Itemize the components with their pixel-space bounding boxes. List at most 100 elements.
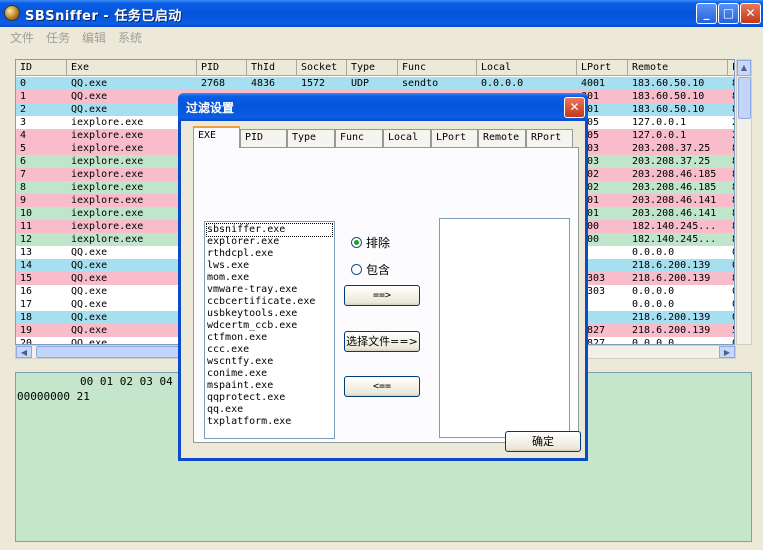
tab-lport[interactable]: LPort [431, 129, 478, 147]
minimize-button[interactable]: _ [696, 3, 717, 24]
cell-id: 18 [20, 312, 33, 323]
scroll-up-icon[interactable]: ▲ [737, 60, 751, 76]
tab-exe[interactable]: EXE [193, 126, 240, 148]
tab-type[interactable]: Type [287, 129, 335, 147]
cell-id: 2 [20, 104, 27, 115]
list-item[interactable]: mspaint.exe [207, 380, 332, 392]
cell-id: 20 [20, 338, 33, 345]
vertical-scroll-thumb[interactable] [738, 77, 751, 119]
tab-pid[interactable]: PID [240, 129, 287, 147]
menu-edit[interactable]: 编辑 [82, 29, 106, 46]
menu-system[interactable]: 系统 [118, 29, 142, 46]
dialog-body: EXE PID Type Func Local LPort Remote RPo… [181, 121, 585, 458]
cell-last: 8 [728, 194, 734, 207]
list-item[interactable]: vmware-tray.exe [207, 284, 332, 296]
vertical-scrollbar[interactable]: ▲ [736, 59, 752, 345]
list-item[interactable]: wscntfy.exe [207, 356, 332, 368]
list-item[interactable]: explorer.exe [207, 236, 332, 248]
list-item[interactable]: qqprotect.exe [207, 392, 332, 404]
cell-last: 8 [728, 272, 734, 285]
column-header-func[interactable]: Func [398, 60, 477, 76]
maximize-button[interactable]: □ [718, 3, 739, 24]
list-item[interactable]: ctfmon.exe [207, 332, 332, 344]
list-item[interactable]: ccc.exe [207, 344, 332, 356]
close-button[interactable]: ✕ [740, 3, 761, 24]
column-header-exe[interactable]: Exe [67, 60, 197, 76]
window-title-bar[interactable]: SBSniffer - 任务已启动 _ □ ✕ [0, 0, 763, 27]
add-button[interactable]: ==> [344, 285, 420, 306]
cell-id: 4 [20, 130, 27, 141]
cell-remote: 203.208.46.141 [632, 195, 717, 206]
select-file-button[interactable]: 选择文件==> [344, 331, 420, 352]
cell-last: 0 [728, 337, 734, 344]
cell-last: 8 [728, 207, 734, 220]
list-item[interactable]: wdcertm_ccb.exe [207, 320, 332, 332]
remove-button[interactable]: <== [344, 376, 420, 397]
ok-button[interactable]: 确定 [505, 431, 581, 452]
cell-exe: QQ.exe [71, 78, 108, 89]
cell-id: 14 [20, 260, 33, 271]
cell-id: 13 [20, 247, 33, 258]
radio-unchecked-icon[interactable] [351, 264, 362, 275]
dialog-title-bar[interactable]: 过滤设置 ✕ [178, 93, 588, 121]
cell-remote: 183.60.50.10 [632, 78, 705, 89]
list-item[interactable]: qq.exe [207, 404, 332, 416]
tab-remote[interactable]: Remote [478, 129, 526, 147]
cell-remote: 0.0.0.0 [632, 286, 675, 297]
cell-local: 0.0.0.0 [481, 78, 524, 89]
cell-id: 1 [20, 91, 27, 102]
cell-last: 0 [728, 259, 734, 272]
menu-file[interactable]: 文件 [10, 29, 34, 46]
column-header-lport[interactable]: LPort [577, 60, 628, 76]
cell-last: 0 [728, 311, 734, 324]
cell-id: 17 [20, 299, 33, 310]
column-header-pid[interactable]: PID [197, 60, 247, 76]
radio-exclude-label: 排除 [366, 236, 391, 250]
cell-last: 0 [728, 285, 734, 298]
scroll-left-icon[interactable]: ◀ [16, 346, 32, 358]
radio-include-label: 包含 [366, 263, 391, 277]
cell-last: 8 [728, 90, 734, 103]
column-header-id[interactable]: ID [16, 60, 67, 76]
scroll-right-icon[interactable]: ▶ [719, 346, 735, 358]
radio-include[interactable]: 包含 [351, 261, 390, 278]
cell-id: 10 [20, 208, 33, 219]
cell-last: 8 [728, 168, 734, 181]
list-item[interactable]: rthdcpl.exe [207, 248, 332, 260]
menu-task[interactable]: 任务 [46, 29, 70, 46]
radio-checked-icon[interactable] [351, 237, 362, 248]
column-header-local[interactable]: Local [477, 60, 577, 76]
cell-last: 8 [728, 77, 734, 90]
tab-func[interactable]: Func [335, 129, 383, 147]
column-header-last[interactable]: L [728, 60, 734, 76]
cell-remote: 127.0.0.1 [632, 117, 687, 128]
app-icon [4, 5, 20, 21]
column-header-type[interactable]: Type [347, 60, 398, 76]
radio-exclude[interactable]: 排除 [351, 234, 390, 251]
list-item[interactable]: sbsniffer.exe [206, 223, 333, 237]
list-item[interactable]: txplatform.exe [207, 416, 332, 428]
cell-id: 19 [20, 325, 33, 336]
cell-id: 5 [20, 143, 27, 154]
tab-local[interactable]: Local [383, 129, 431, 147]
column-header-remote[interactable]: Remote [628, 60, 728, 76]
tab-rport[interactable]: RPort [526, 129, 573, 147]
list-item[interactable]: mom.exe [207, 272, 332, 284]
list-item[interactable]: ccbcertificate.exe [207, 296, 332, 308]
table-row[interactable]: 0 QQ.exe 2768 4836 1572 UDP sendto 0.0.0.0 4001 1… [16, 77, 734, 90]
cell-remote: 203.208.37.25 [632, 156, 711, 167]
horizontal-scroll-thumb[interactable] [36, 346, 196, 358]
selected-list[interactable] [439, 218, 570, 438]
cell-remote: 218.6.200.139 [632, 260, 711, 271]
dialog-close-button[interactable]: ✕ [564, 97, 585, 118]
cell-func: sendto [402, 78, 439, 89]
window-title: SBSniffer - 任务已启动 [25, 9, 182, 24]
list-item[interactable]: conime.exe [207, 368, 332, 380]
column-header-socket[interactable]: Socket [297, 60, 347, 76]
column-header-thid[interactable]: ThId [247, 60, 297, 76]
cell-last: 8 [728, 181, 734, 194]
exe-list[interactable]: sbsniffer.exe explorer.exe rthdcpl.exe lws.… [204, 221, 335, 439]
cell-id: 7 [20, 169, 27, 180]
list-item[interactable]: lws.exe [207, 260, 332, 272]
list-item[interactable]: usbkeytools.exe [207, 308, 332, 320]
